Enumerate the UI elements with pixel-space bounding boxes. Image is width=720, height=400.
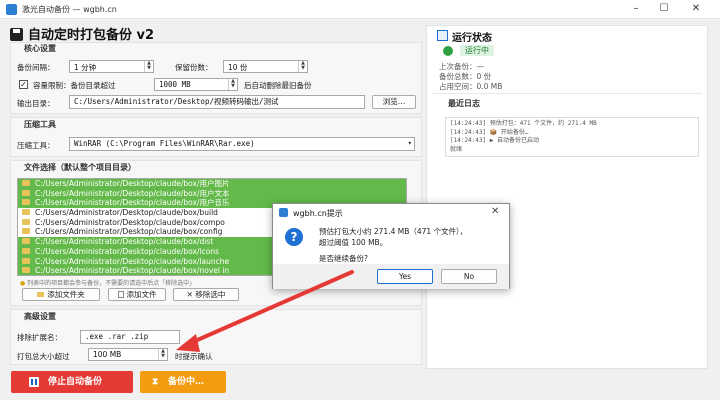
- annotation-arrow: [176, 270, 354, 352]
- arrow-shaft: [184, 270, 354, 347]
- arrow-head-icon: [176, 334, 200, 352]
